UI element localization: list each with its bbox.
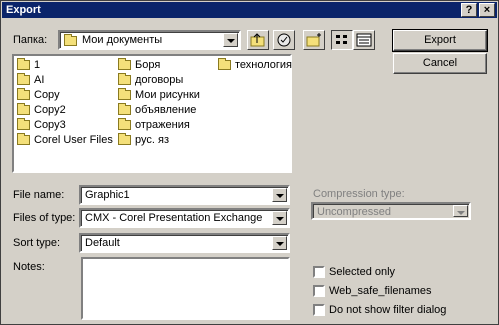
window-title: Export xyxy=(6,4,41,16)
chevron-down-icon[interactable] xyxy=(223,33,238,47)
file-type-value: CMX - Corel Presentation Exchange xyxy=(85,212,263,224)
folder-icon xyxy=(118,58,131,70)
cancel-button[interactable]: Cancel xyxy=(393,53,487,74)
folder-icon xyxy=(17,58,30,70)
no-filter-dialog-checkbox[interactable] xyxy=(313,304,325,316)
file-name-label: File name: xyxy=(13,189,65,201)
folder-icon xyxy=(17,88,30,100)
list-view-icon xyxy=(336,35,347,44)
help-button[interactable]: ? xyxy=(461,3,477,17)
new-folder-icon xyxy=(306,33,321,47)
export-button[interactable]: Export xyxy=(392,29,488,52)
file-name-combo[interactable]: Graphic1 xyxy=(79,185,290,205)
web-safe-checkbox[interactable] xyxy=(313,285,325,297)
close-button[interactable]: × xyxy=(479,3,495,17)
title-bar[interactable]: Export ? × xyxy=(2,2,497,18)
chevron-down-icon[interactable] xyxy=(272,211,287,225)
folder-icon xyxy=(118,88,131,100)
sort-type-value: Default xyxy=(85,237,120,249)
look-in-label: Папка: xyxy=(13,34,48,46)
export-dialog: Export ? × Папка: Мои документы 1 AI Cop… xyxy=(0,0,499,325)
file-type-dropdown[interactable]: CMX - Corel Presentation Exchange xyxy=(79,208,290,228)
details-view-icon xyxy=(356,33,372,47)
folder-icon xyxy=(64,34,77,46)
sort-type-label: Sort type: xyxy=(13,237,61,249)
folder-icon xyxy=(17,73,30,85)
no-filter-dialog-label: Do not show filter dialog xyxy=(329,304,447,316)
up-folder-icon xyxy=(250,33,265,47)
chevron-down-icon[interactable] xyxy=(272,188,287,202)
up-folder-button[interactable] xyxy=(247,30,269,50)
look-in-value: Мои документы xyxy=(82,34,163,46)
folder-icon xyxy=(218,58,231,70)
file-type-label: Files of type: xyxy=(13,212,76,224)
folder-icon xyxy=(17,118,30,130)
list-view-button[interactable] xyxy=(331,30,353,50)
file-name-value: Graphic1 xyxy=(85,189,130,201)
desktop-icon xyxy=(277,33,291,47)
folder-icon xyxy=(118,103,131,115)
new-folder-button[interactable] xyxy=(303,30,325,50)
chevron-down-icon[interactable] xyxy=(272,236,287,250)
close-icon: × xyxy=(483,4,491,16)
folder-icon xyxy=(118,73,131,85)
notes-label: Notes: xyxy=(13,261,45,273)
chevron-down-icon xyxy=(453,205,468,217)
selected-only-checkbox[interactable] xyxy=(313,266,325,278)
details-view-button[interactable] xyxy=(353,30,375,50)
compression-type-value: Uncompressed xyxy=(317,206,391,218)
compression-type-dropdown: Uncompressed xyxy=(311,202,471,220)
selected-only-label: Selected only xyxy=(329,266,396,278)
folder-icon xyxy=(118,118,131,130)
web-safe-label: Web_safe_filenames xyxy=(329,285,432,297)
notes-box xyxy=(81,257,290,320)
desktop-button[interactable] xyxy=(273,30,295,50)
look-in-dropdown[interactable]: Мои документы xyxy=(58,30,241,50)
folder-icon xyxy=(118,133,131,145)
file-list[interactable]: 1 AI Copy Copy2 Copy3 Corel User Files Б… xyxy=(12,54,292,173)
sort-type-dropdown[interactable]: Default xyxy=(79,233,290,253)
compression-type-label: Compression type: xyxy=(313,188,405,200)
folder-icon xyxy=(17,103,30,115)
folder-icon xyxy=(17,133,30,145)
help-icon: ? xyxy=(465,4,473,16)
